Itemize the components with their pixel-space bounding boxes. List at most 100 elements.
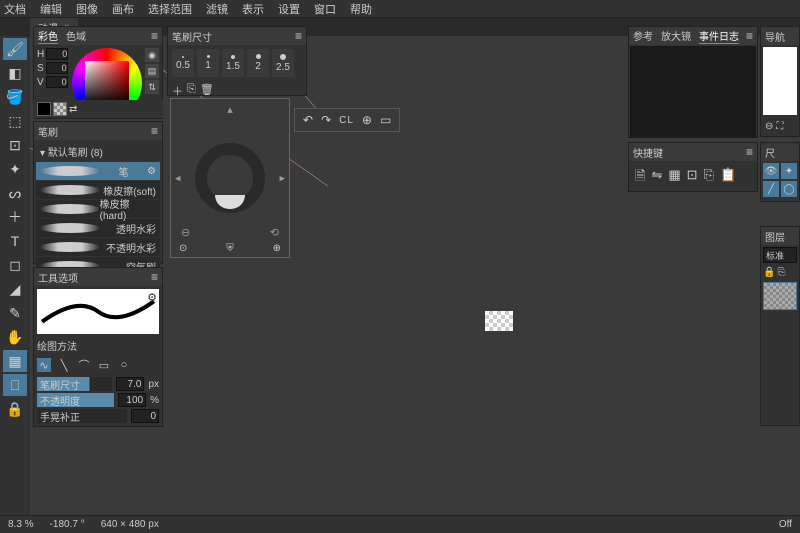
zoom-level[interactable]: 8.3 % <box>8 519 34 530</box>
eye-icon[interactable]: 👁 <box>763 163 779 179</box>
panel-menu-icon[interactable]: ≡ <box>151 270 158 284</box>
zoom-in-icon[interactable]: ⊕ <box>273 243 281 254</box>
method-rect-icon[interactable]: ▭ <box>97 358 111 372</box>
add-size-icon[interactable]: ＋ <box>172 83 183 99</box>
color-swap-icon[interactable]: ⇅ <box>145 80 159 94</box>
arrow-up-icon[interactable]: ▴ <box>227 103 233 116</box>
shield-icon[interactable]: ⛨ <box>226 243 234 254</box>
panel-menu-icon[interactable]: ≡ <box>151 124 158 138</box>
target-icon[interactable]: ⊕ <box>362 113 372 127</box>
eyedropper-tool[interactable]: ✎ <box>3 302 27 324</box>
menu-image[interactable]: 图像 <box>76 1 98 17</box>
swatch-swap-icon[interactable]: ⇄ <box>69 104 77 115</box>
zoom-fit-icon[interactable]: ⛶ <box>776 121 783 132</box>
panel-menu-icon[interactable]: ≡ <box>151 29 158 43</box>
zoom-fit-icon[interactable]: ⊙ <box>179 243 187 254</box>
menu-help[interactable]: 帮助 <box>350 1 372 17</box>
method-line-icon[interactable]: ╲ <box>57 358 71 372</box>
nav-thumbnail[interactable] <box>763 47 797 115</box>
brush-ring[interactable] <box>195 143 265 213</box>
redo-icon[interactable]: ↷ <box>321 113 331 127</box>
wand-tool[interactable]: ✦ <box>3 158 27 180</box>
method-curve-icon[interactable]: ⌒ <box>77 358 91 372</box>
opacity-value[interactable]: 100 <box>118 393 146 407</box>
h-input[interactable] <box>46 48 68 60</box>
menu-window[interactable]: 窗口 <box>314 1 336 17</box>
menu-view[interactable]: 表示 <box>242 1 264 17</box>
brushsize-cell[interactable]: 2 <box>247 49 269 77</box>
method-freehand-icon[interactable]: ∿ <box>37 358 51 372</box>
magnifier-tab[interactable]: 放大镜 <box>661 28 691 44</box>
ruler-ellipse-icon[interactable]: ◯ <box>781 181 797 197</box>
color-mode-icon[interactable]: ◉ <box>145 48 159 62</box>
fg-swatch[interactable] <box>37 102 51 116</box>
color-tab[interactable]: 彩色 <box>38 28 58 44</box>
copy-size-icon[interactable]: ⎘ <box>187 83 196 99</box>
zoom-out-icon[interactable]: ⊖ <box>765 121 773 132</box>
size-value[interactable]: 7.0 <box>116 377 144 391</box>
crop-tool[interactable]: ⎕ <box>3 374 27 396</box>
lock-tool[interactable]: 🔒 <box>3 398 27 420</box>
lock-icon[interactable]: 🔒 <box>763 267 775 278</box>
method-ellipse-icon[interactable]: ○ <box>117 358 131 372</box>
screen-icon[interactable]: ▭ <box>380 113 391 127</box>
undo-icon[interactable]: ↶ <box>303 113 313 127</box>
gradient-tool[interactable]: ◢ <box>3 278 27 300</box>
size-slider[interactable]: 笔刷尺寸 <box>37 377 112 391</box>
swatches-tab[interactable]: 色域 <box>66 28 86 44</box>
brush-popup[interactable]: ▴ ◂ ▸ ⊖ ⟲ ⊙ ⛨ ⊕ <box>170 98 290 258</box>
add-tool[interactable]: ＋ <box>3 206 27 228</box>
layer-thumbnail[interactable] <box>763 282 797 310</box>
s-input[interactable] <box>46 62 68 74</box>
brush-item[interactable]: 不透明水彩 <box>36 238 160 256</box>
menu-canvas[interactable]: 画布 <box>112 1 134 17</box>
brushsize-cell[interactable]: 0.5 <box>172 49 194 77</box>
delete-size-icon[interactable]: 🗑 <box>200 83 214 99</box>
brush-item[interactable]: 笔⚙ <box>36 162 160 180</box>
brushsize-cell[interactable]: 1.5 <box>222 49 244 77</box>
blend-mode-select[interactable]: 标准 <box>763 247 797 263</box>
menu-edit[interactable]: 编辑 <box>40 1 62 17</box>
jitter-slider[interactable]: 手晃补正 <box>37 409 127 423</box>
shortcut-save-icon[interactable]: 🗎 <box>635 167 645 189</box>
brush-item[interactable]: 橡皮擦(hard) <box>36 200 160 218</box>
panel-menu-icon[interactable]: ≡ <box>746 145 753 159</box>
arrow-left-icon[interactable]: ◂ <box>175 172 181 185</box>
eventlog-tab[interactable]: 事件日志 <box>699 28 739 44</box>
ruler-perspective-icon[interactable]: ✦ <box>781 163 797 179</box>
shortcut-grid-icon[interactable]: ▦ <box>668 167 680 189</box>
shortcut-reset-icon[interactable]: ⊡ <box>687 167 698 189</box>
menu-file[interactable]: 文档 <box>4 1 26 17</box>
shortcut-copy-icon[interactable]: ⎘ <box>704 167 714 189</box>
hand-tool[interactable]: ✋ <box>3 326 27 348</box>
shape-tool[interactable]: ◻ <box>3 254 27 276</box>
bucket-tool[interactable]: 🪣 <box>3 86 27 108</box>
eraser-tool[interactable]: ◧ <box>3 62 27 84</box>
gear-icon[interactable]: ⚙ <box>147 291 157 304</box>
clear-button[interactable]: CL <box>339 115 354 126</box>
menu-select[interactable]: 选择范围 <box>148 1 192 17</box>
shortcut-flip-icon[interactable]: ⇋ <box>651 167 662 189</box>
opacity-slider[interactable]: 不透明度 <box>37 393 114 407</box>
arrow-right-icon[interactable]: ▸ <box>279 172 285 185</box>
lasso-tool[interactable]: ᔕ <box>3 182 27 204</box>
color-history-icon[interactable]: ▤ <box>145 64 159 78</box>
dotted-tool[interactable]: ⬚ <box>3 110 27 132</box>
ruler-line-icon[interactable]: ╱ <box>763 181 779 197</box>
ref-tab[interactable]: 参考 <box>633 28 653 44</box>
zoom-out-icon[interactable]: ⊖ <box>181 226 190 239</box>
gear-icon[interactable]: ⚙ <box>147 166 156 177</box>
clip-icon[interactable]: ⎘ <box>777 267 785 278</box>
shortcut-paste-icon[interactable]: 📋 <box>720 167 736 189</box>
layers-tool[interactable]: ▦ <box>3 350 27 372</box>
jitter-value[interactable]: 0 <box>131 409 159 423</box>
v-input[interactable] <box>46 76 68 88</box>
brush-item[interactable]: 透明水彩 <box>36 219 160 237</box>
marquee-tool[interactable]: ⊡ <box>3 134 27 156</box>
panel-menu-icon[interactable]: ≡ <box>295 29 302 43</box>
brushsize-cell[interactable]: 1 <box>197 49 219 77</box>
brush-folder[interactable]: ▾ 默认笔刷 (8) <box>36 142 160 161</box>
brushsize-cell[interactable]: 2.5 <box>272 49 294 77</box>
text-tool[interactable]: T <box>3 230 27 252</box>
rotate-icon[interactable]: ⟲ <box>270 226 279 239</box>
